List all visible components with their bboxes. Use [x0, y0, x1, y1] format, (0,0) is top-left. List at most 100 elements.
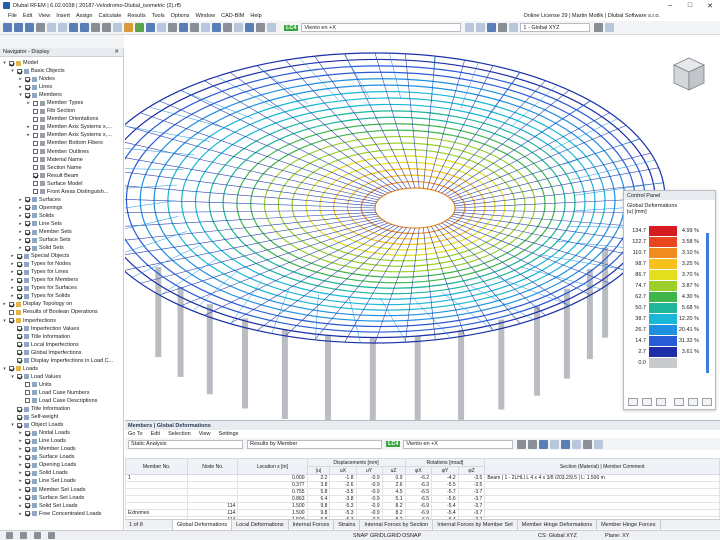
- cell-u[interactable]: 6.4: [306, 495, 331, 503]
- cell-x[interactable]: 1.500: [237, 502, 308, 510]
- expand-icon[interactable]: ▸: [18, 470, 23, 476]
- nav-checkbox[interactable]: [17, 350, 22, 356]
- cell-pz[interactable]: -3.7: [457, 488, 486, 496]
- nav-checkbox[interactable]: [25, 398, 30, 404]
- cell-ux[interactable]: -3.8: [329, 495, 357, 503]
- panel-prev-icon[interactable]: [517, 439, 527, 449]
- nav-tree-item[interactable]: Title Information: [0, 333, 123, 341]
- cell-py[interactable]: -5.5: [431, 481, 459, 489]
- save-icon[interactable]: [25, 23, 34, 32]
- nav-tree-item[interactable]: Material Name: [0, 156, 123, 164]
- nav-checkbox[interactable]: [17, 374, 22, 380]
- collapse-icon[interactable]: ▾: [2, 60, 7, 66]
- tab-strains[interactable]: Strains: [334, 519, 361, 530]
- nav-tree-item[interactable]: Load Case Numbers: [0, 389, 123, 397]
- nav-tree-item[interactable]: ▸ Member Types: [0, 99, 123, 107]
- nav-tree-item[interactable]: ▸ Solids: [0, 212, 123, 220]
- cell-ux[interactable]: -5.3: [329, 509, 357, 517]
- nav-checkbox[interactable]: [17, 277, 22, 283]
- nav-tree-item[interactable]: ▸ Lines: [0, 83, 123, 91]
- nav-tree-item[interactable]: Units: [0, 381, 123, 389]
- results-icon[interactable]: [135, 23, 144, 32]
- nav-checkbox[interactable]: [33, 100, 38, 106]
- tab-global-deformations[interactable]: Global Deformations: [173, 519, 233, 530]
- close-icon[interactable]: ✕: [700, 0, 720, 11]
- panel-settings-icon[interactable]: [594, 439, 604, 449]
- nav-tree-item[interactable]: Member Bottom Fibers: [0, 139, 123, 147]
- nav-tree-item[interactable]: ▸ Types for Members: [0, 276, 123, 284]
- cell-ux[interactable]: -1.8: [329, 474, 357, 482]
- nav-tree-item[interactable]: ▸ Surfaces: [0, 196, 123, 204]
- nav-checkbox[interactable]: [17, 293, 22, 299]
- nav-tree-item[interactable]: Rib Section: [0, 107, 123, 115]
- col-uz[interactable]: uZ: [381, 466, 406, 475]
- nav-checkbox[interactable]: [17, 358, 22, 364]
- print-icon[interactable]: [36, 23, 45, 32]
- cell-n[interactable]: 114: [187, 509, 239, 517]
- legend-slider[interactable]: [706, 233, 709, 373]
- nav-tree-item[interactable]: ▸ Types for Solids: [0, 292, 123, 300]
- panel-menu-goto[interactable]: Go To: [128, 431, 143, 437]
- model-icon[interactable]: [245, 23, 254, 32]
- menu-view[interactable]: View: [38, 13, 50, 19]
- expand-icon[interactable]: ▸: [26, 132, 31, 138]
- nav-results-tab-icon[interactable]: [48, 532, 55, 539]
- panel-select-icon[interactable]: [561, 439, 571, 449]
- nav-checkbox[interactable]: [25, 245, 30, 251]
- expand-icon[interactable]: ▸: [18, 446, 23, 452]
- status-snap[interactable]: SNAP: [353, 533, 368, 539]
- cell-n[interactable]: [187, 495, 239, 503]
- expand-icon[interactable]: ▸: [18, 462, 23, 468]
- menu-results[interactable]: Results: [127, 13, 145, 19]
- nav-tree-item[interactable]: ▸ Surface Sets: [0, 236, 123, 244]
- nav-checkbox[interactable]: [33, 140, 38, 146]
- nav-checkbox[interactable]: [17, 326, 22, 332]
- cell-n[interactable]: [187, 488, 239, 496]
- nav-tree-item[interactable]: ▾ Members: [0, 91, 123, 99]
- nav-checkbox[interactable]: [9, 366, 14, 372]
- redo-icon[interactable]: [58, 23, 67, 32]
- nav-tree-item[interactable]: ▸ Solid Set Loads: [0, 502, 123, 510]
- col-phiz[interactable]: φZ: [457, 466, 486, 475]
- nav-checkbox[interactable]: [25, 446, 30, 452]
- menu-options[interactable]: Options: [171, 13, 190, 19]
- panel-menu-edit[interactable]: Edit: [151, 431, 160, 437]
- nav-checkbox[interactable]: [25, 438, 30, 444]
- nav-tree-item[interactable]: ▸ Openings: [0, 204, 123, 212]
- open-file-icon[interactable]: [14, 23, 23, 32]
- menu-cad-bim[interactable]: CAD-BIM: [221, 13, 244, 19]
- nav-tree-item[interactable]: ▸ Solid Sets: [0, 244, 123, 252]
- collapse-icon[interactable]: ▾: [10, 68, 15, 74]
- cell-uz[interactable]: 8.2: [381, 509, 406, 517]
- cell-sec[interactable]: [484, 481, 720, 489]
- nav-checkbox[interactable]: [25, 478, 30, 484]
- cell-uz[interactable]: 5.1: [381, 495, 406, 503]
- nav-tree-item[interactable]: Section Name: [0, 164, 123, 172]
- cell-uz[interactable]: 2.6: [381, 481, 406, 489]
- cell-n[interactable]: [187, 474, 239, 482]
- nav-checkbox[interactable]: [33, 181, 38, 187]
- legend-toggle-icon[interactable]: [702, 398, 712, 406]
- cell-px[interactable]: -6.9: [404, 509, 433, 517]
- cell-m[interactable]: 1: [124, 474, 189, 482]
- nav-tree-item[interactable]: ▸ Nodal Loads: [0, 429, 123, 437]
- nav-tree-item[interactable]: ▾ Imperfections: [0, 317, 123, 325]
- nav-tree-item[interactable]: Results of Boolean Operations: [0, 308, 123, 316]
- nav-tree-item[interactable]: ▸ Member Axis Systems x,...: [0, 123, 123, 131]
- navigator-close-icon[interactable]: ✕: [114, 49, 119, 55]
- cell-px[interactable]: -6.3: [404, 481, 433, 489]
- new-file-icon[interactable]: [3, 23, 12, 32]
- expand-icon[interactable]: ▸: [18, 478, 23, 484]
- cell-sec[interactable]: [484, 495, 720, 503]
- cell-uy[interactable]: -0.9: [355, 509, 383, 517]
- table-icon[interactable]: [80, 23, 89, 32]
- nav-checkbox[interactable]: [25, 197, 30, 203]
- cell-uz[interactable]: 0.9: [381, 474, 406, 482]
- nav-tree-item[interactable]: ▸ Member Loads: [0, 445, 123, 453]
- nav-checkbox[interactable]: [25, 495, 30, 501]
- nav-tree-item[interactable]: ▸ Solid Loads: [0, 469, 123, 477]
- expand-icon[interactable]: ▸: [10, 277, 15, 283]
- cell-m[interactable]: Extremes: [124, 509, 189, 517]
- expand-icon[interactable]: ▸: [10, 253, 15, 259]
- nav-tree-item[interactable]: ▸ Types for Surfaces: [0, 284, 123, 292]
